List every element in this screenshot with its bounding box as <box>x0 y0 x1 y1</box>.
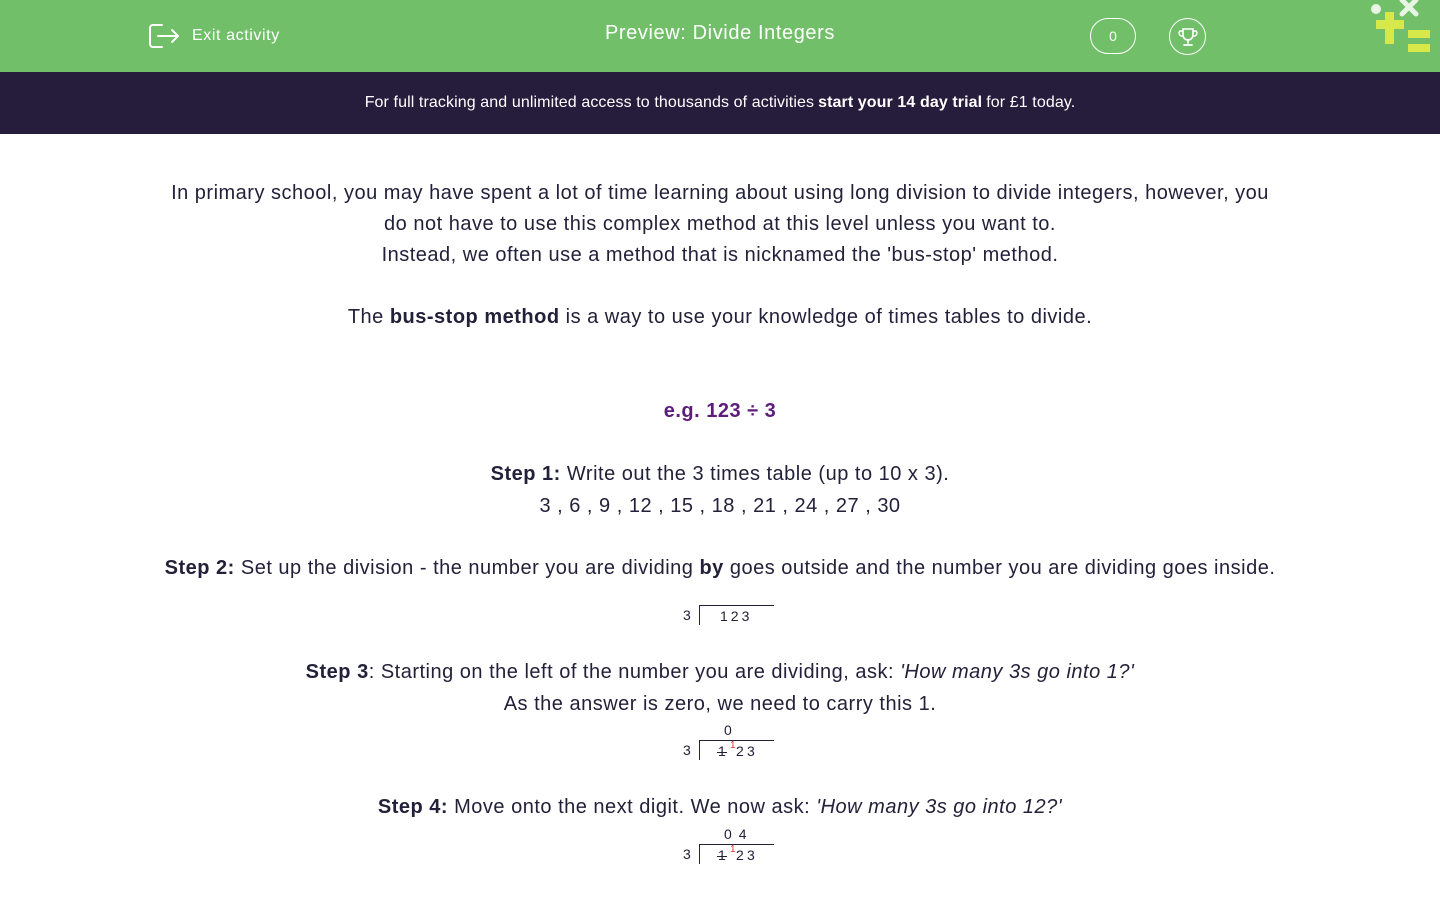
step-2-text-bold: by <box>699 557 724 579</box>
brand-logo-icon <box>1371 0 1430 52</box>
intro-line-1: In primary school, you may have spent a … <box>171 182 1269 204</box>
banner-text-after: for £1 today. <box>986 94 1076 111</box>
definition-after: is a way to use your knowledge of times … <box>565 306 1093 328</box>
step-2-text-after: goes outside and the number you are divi… <box>729 557 1276 579</box>
division-bracket-top <box>699 605 774 606</box>
dividend-digit-2: 2 <box>736 743 745 759</box>
dividend-digit-3: 3 <box>747 743 756 759</box>
division-bracket-side <box>699 740 700 760</box>
struck-digit: 1 <box>716 743 728 759</box>
step-1-line: Step 1: Write out the 3 times table (up … <box>0 459 1440 490</box>
bus-stop-diagram-step-3: 0 3 1 1 2 3 <box>0 720 1440 760</box>
trophy-icon <box>1177 27 1198 46</box>
dividend: 123 <box>720 608 753 624</box>
trial-banner: For full tracking and unlimited access t… <box>0 72 1440 134</box>
dividend-digit-3: 3 <box>747 847 756 863</box>
times-table-line: 3 , 6 , 9 , 12 , 15 , 18 , 21 , 24 , 27 … <box>539 495 901 517</box>
definition-before: The <box>347 306 384 328</box>
definition-line: The bus-stop method is a way to use your… <box>0 302 1440 333</box>
step-1-text: Write out the 3 times table (up to 10 x … <box>566 463 950 485</box>
example-heading: e.g. 123 ÷ 3 <box>663 400 777 422</box>
step-3-text: : Starting on the left of the number you… <box>368 661 895 683</box>
struck-digit: 1 <box>716 847 728 863</box>
bus-stop-diagram-step-4: 04 3 1 1 2 3 <box>0 824 1440 864</box>
division-bracket-side <box>699 605 700 625</box>
trophy-button[interactable] <box>1169 18 1206 55</box>
step-4-line: Step 4: Move onto the next digit. We now… <box>0 792 1440 823</box>
trial-link[interactable]: start your 14 day trial <box>818 94 982 112</box>
step-2-line: Step 2: Set up the division - the number… <box>0 553 1440 584</box>
divisor: 3 <box>683 742 691 758</box>
step-2-title: Step 2: <box>164 557 235 579</box>
page-title: Preview: Divide Integers <box>604 22 836 44</box>
intro-line-3: Instead, we often use a method that is n… <box>381 244 1059 266</box>
divisor: 3 <box>683 607 691 623</box>
quotient: 0 <box>724 722 739 738</box>
step-1-title: Step 1: <box>490 463 561 485</box>
step-2-text-before: Set up the division - the number you are… <box>240 557 694 579</box>
step-4-text: Move onto the next digit. We now ask: <box>454 796 811 818</box>
quotient: 04 <box>724 826 754 842</box>
bus-stop-diagram-step-2: 3 123 <box>0 600 1440 640</box>
division-bracket-top <box>699 844 774 845</box>
dividend-digit-2: 2 <box>736 847 745 863</box>
step-4-title: Step 4: <box>377 796 449 818</box>
step-3-question: 'How many 3s go into 1?' <box>900 661 1135 683</box>
step-3-line: Step 3: Starting on the left of the numb… <box>0 657 1440 688</box>
division-bracket-top <box>699 740 774 741</box>
banner-text-before: For full tracking and unlimited access t… <box>364 94 815 111</box>
divisor: 3 <box>683 846 691 862</box>
top-bar: Exit activity Preview: Divide Integers 0 <box>0 0 1440 72</box>
step-3-note: As the answer is zero, we need to carry … <box>503 693 937 715</box>
intro-line-2: do not have to use this complex method a… <box>384 213 1056 235</box>
definition-bold: bus-stop method <box>389 306 560 328</box>
division-bracket-side <box>699 844 700 864</box>
score-badge: 0 <box>1090 18 1136 54</box>
step-4-question: 'How many 3s go into 12?' <box>816 796 1063 818</box>
step-3-title: Step 3 <box>305 661 369 683</box>
